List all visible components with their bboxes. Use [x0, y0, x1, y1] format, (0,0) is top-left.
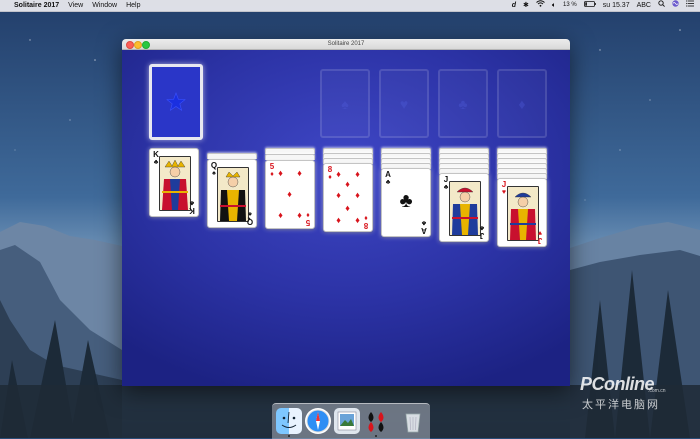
- clock[interactable]: su 15.37: [603, 0, 630, 11]
- siri-icon[interactable]: [672, 0, 679, 11]
- window-minimize-button[interactable]: [134, 41, 142, 49]
- window-close-button[interactable]: [126, 41, 134, 49]
- running-indicator: [375, 435, 377, 437]
- star-icon: [152, 67, 200, 137]
- card-corner: J ♣: [479, 224, 485, 240]
- foundation-slot[interactable]: ♦: [497, 69, 547, 138]
- queen-face-icon: [217, 167, 249, 222]
- tableau-card-queen-spades[interactable]: Q ♠ Q ♠: [207, 159, 257, 228]
- diamond-pip-icon: ♦: [345, 203, 350, 213]
- card-corner: A ♣: [421, 219, 427, 235]
- diamond-pip-icon: ♦: [355, 169, 360, 179]
- card-corner: 5 ♦: [269, 162, 275, 179]
- card-corner: J ♥: [537, 229, 543, 245]
- tableau-card-king-clubs[interactable]: K ♣ K ♣: [149, 148, 199, 217]
- window-fullscreen-button[interactable]: [142, 41, 150, 49]
- card-corner: Q ♠: [246, 210, 254, 226]
- solitaire-icon[interactable]: [363, 408, 389, 434]
- wifi-icon[interactable]: [536, 0, 545, 11]
- card-corner: A ♣: [385, 170, 391, 187]
- heart-placeholder-icon: ♥: [399, 95, 409, 112]
- club-pip-icon: ♣: [399, 190, 413, 212]
- game-table: ♠ ♥ ♣ ♦ K ♣ K ♣ Q ♠ Q ♠ 5 ♦ ♦ ♦ ♦ ♦ ♦ 5 …: [122, 50, 570, 386]
- bluetooth-icon[interactable]: ✱: [523, 0, 529, 11]
- card-corner: K ♣: [189, 199, 195, 215]
- jack-face-icon: [507, 186, 539, 241]
- card-corner: 8 ♦: [327, 165, 333, 182]
- tableau-card-five-diamonds[interactable]: 5 ♦ ♦ ♦ ♦ ♦ ♦ 5 ♦: [265, 160, 315, 229]
- card-corner: 8 ♦: [363, 214, 369, 230]
- menu-window[interactable]: Window: [92, 0, 117, 11]
- safari-icon[interactable]: [305, 408, 331, 434]
- window-titlebar[interactable]: Solitaire 2017: [122, 39, 570, 50]
- foundation-slot[interactable]: ♥: [379, 69, 429, 138]
- tableau-card-jack-hearts[interactable]: J ♥ J ♥: [497, 178, 547, 247]
- preview-icon[interactable]: [334, 408, 360, 434]
- diamond-pip-icon: ♦: [345, 179, 350, 189]
- dock: [272, 403, 430, 439]
- card-corner: 5 ♦: [305, 211, 311, 227]
- notification-center-icon[interactable]: [686, 0, 694, 11]
- menu-view[interactable]: View: [68, 0, 83, 11]
- diamond-pip-icon: ♦: [278, 210, 283, 220]
- foundation-slot[interactable]: ♣: [438, 69, 488, 138]
- foundation-slot[interactable]: ♠: [320, 69, 370, 138]
- diamond-placeholder-icon: ♦: [518, 95, 526, 112]
- window-title: Solitaire 2017: [327, 41, 365, 47]
- diamond-pip-icon: ♦: [355, 190, 360, 200]
- club-placeholder-icon: ♣: [458, 95, 468, 112]
- app-menu-solitaire[interactable]: Solitaire 2017: [14, 0, 59, 11]
- trash-icon[interactable]: [400, 408, 426, 434]
- menu-help[interactable]: Help: [126, 0, 140, 11]
- spade-placeholder-icon: ♠: [341, 95, 349, 112]
- king-face-icon: [159, 156, 191, 211]
- jack-face-icon: [449, 181, 481, 236]
- diamond-pip-icon: ♦: [336, 215, 341, 225]
- volume-icon[interactable]: 🔈︎: [552, 0, 556, 11]
- diamond-pip-icon: ♦: [336, 169, 341, 179]
- solitaire-window: Solitaire 2017 ♠ ♥ ♣ ♦ K ♣ K ♣ Q ♠ Q ♠ 5…: [122, 39, 570, 386]
- battery-percent: 13 %: [563, 2, 577, 8]
- input-source[interactable]: ABC: [637, 0, 651, 11]
- diamond-pip-icon: ♦: [287, 189, 292, 199]
- running-indicator: [288, 435, 290, 437]
- diamond-pip-icon: ♦: [278, 168, 283, 178]
- dictionary-icon[interactable]: d: [512, 0, 516, 11]
- spotlight-search-icon[interactable]: [658, 0, 665, 11]
- tableau-card-eight-diamonds[interactable]: 8 ♦ ♦ ♦ ♦ ♦ ♦ ♦ ♦ ♦ 8 ♦: [323, 163, 373, 232]
- stock-pile[interactable]: [149, 64, 203, 140]
- tableau-card-jack-clubs[interactable]: J ♣ J ♣: [439, 173, 489, 242]
- tableau-card-ace-clubs[interactable]: A ♣ ♣ A ♣: [381, 168, 431, 237]
- battery-icon[interactable]: [583, 0, 596, 11]
- diamond-pip-icon: ♦: [336, 190, 341, 200]
- diamond-pip-icon: ♦: [355, 215, 360, 225]
- diamond-pip-icon: ♦: [297, 210, 302, 220]
- diamond-pip-icon: ♦: [297, 168, 302, 178]
- finder-icon[interactable]: [276, 408, 302, 434]
- menu-bar: Solitaire 2017 View Window Help d ✱ 🔈︎ 1…: [0, 0, 700, 12]
